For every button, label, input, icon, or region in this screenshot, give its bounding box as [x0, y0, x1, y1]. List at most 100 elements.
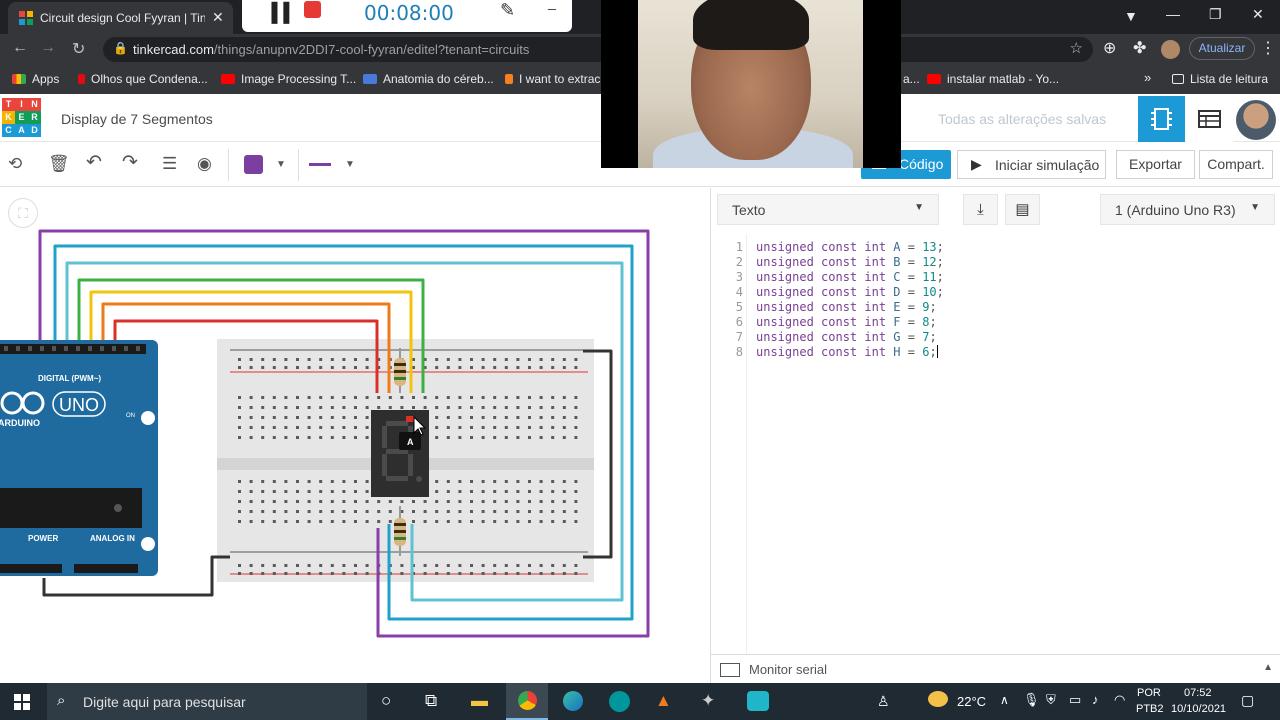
- bookmark-netflix[interactable]: Olhos que Condena...: [78, 72, 208, 86]
- tray-chevron-icon[interactable]: ∧: [1000, 693, 1009, 707]
- redo-icon[interactable]: ↷: [122, 151, 138, 174]
- component-list-button[interactable]: [1186, 96, 1233, 142]
- app-icon[interactable]: ✦: [701, 691, 715, 711]
- taskbar-search[interactable]: ⌕ Digite aqui para pesquisar: [47, 683, 367, 720]
- serial-monitor-bar[interactable]: Monitor serial ▲: [711, 654, 1280, 683]
- reload-icon[interactable]: ↻: [72, 39, 85, 59]
- notes-icon[interactable]: ☰: [162, 154, 177, 174]
- bookmark-star-icon[interactable]: ☆: [1070, 39, 1083, 57]
- board-select[interactable]: 1 (Arduino Uno R3) ▼: [1100, 194, 1275, 225]
- arduino-uno-board[interactable]: DIGITAL (PWM~) UNO ARDUINO ON POWER ANAL…: [0, 340, 158, 576]
- forward-icon[interactable]: →: [40, 39, 56, 57]
- update-chrome-button[interactable]: Atualizar: [1189, 37, 1255, 60]
- stop-icon[interactable]: [304, 1, 321, 18]
- breadboard-hole: [354, 572, 357, 575]
- breadboard-hole: [319, 490, 323, 493]
- start-simulation-button[interactable]: ▶ Iniciar simulação: [957, 150, 1106, 179]
- recorder-app-icon[interactable]: [747, 691, 769, 711]
- code-line[interactable]: 6 unsigned const int F = 8;: [711, 315, 1280, 330]
- pause-icon[interactable]: ▍▍: [272, 3, 298, 24]
- tinkercad-logo[interactable]: T I N K E R C A D: [2, 98, 42, 138]
- window-close-icon[interactable]: ✕: [1252, 6, 1264, 23]
- undo-icon[interactable]: ↶: [86, 151, 102, 174]
- code-mode-select[interactable]: Texto ▼: [717, 194, 939, 225]
- rotate-icon[interactable]: ⟲: [8, 154, 22, 174]
- tab-close-icon[interactable]: ✕: [212, 9, 224, 26]
- wifi-icon[interactable]: ◠: [1114, 692, 1125, 708]
- breadboard-hole: [470, 426, 473, 429]
- share-button[interactable]: Compart.: [1199, 150, 1273, 179]
- clock-date[interactable]: 10/10/2021: [1171, 703, 1226, 715]
- breadboard-hole: [435, 510, 439, 513]
- temperature[interactable]: 22°C: [957, 694, 986, 709]
- chevron-up-icon[interactable]: ▲: [1263, 662, 1273, 673]
- edge-icon[interactable]: [563, 691, 583, 711]
- circuit-view-button[interactable]: [1138, 96, 1185, 142]
- view-eye-icon[interactable]: ◉: [197, 154, 212, 174]
- breadboard-hole: [493, 358, 497, 361]
- code-line[interactable]: 2 unsigned const int B = 12;: [711, 255, 1280, 270]
- bookmark-partial[interactable]: a...: [903, 72, 920, 86]
- circuit-drawing: DIGITAL (PWM~) UNO ARDUINO ON POWER ANAL…: [0, 229, 650, 638]
- arduino-ide-icon[interactable]: [609, 691, 630, 712]
- code-editor[interactable]: 1 unsigned const int A = 13; 2 unsigned con…: [711, 234, 1280, 654]
- code-line[interactable]: 4 unsigned const int D = 10;: [711, 285, 1280, 300]
- profile-avatar[interactable]: [1161, 40, 1180, 59]
- bookmark-youtube-image-processing[interactable]: Image Processing T...: [221, 72, 356, 86]
- wire-style-icon[interactable]: [309, 163, 331, 166]
- bookmark-anatomia[interactable]: Anatomia do cérеb...: [363, 72, 494, 86]
- clock-time[interactable]: 07:52: [1184, 687, 1212, 699]
- delete-icon[interactable]: 🗑: [48, 154, 70, 174]
- matlab-icon[interactable]: ▲: [655, 691, 672, 711]
- bookmarks-more-icon[interactable]: »: [1144, 70, 1151, 85]
- circuit-canvas[interactable]: ⛶ DIGITAL (PWM~) UNO ARDUINO ON POWER AN…: [0, 188, 710, 683]
- project-title[interactable]: Display de 7 Segmentos: [61, 111, 213, 127]
- export-button[interactable]: Exportar: [1116, 150, 1195, 179]
- code-line[interactable]: 8 unsigned const int H = 6;: [711, 345, 1280, 360]
- window-restore-icon[interactable]: ❐: [1209, 6, 1222, 23]
- browser-tab[interactable]: Circuit design Cool Fyyran | Tinkercad ✕: [8, 2, 233, 34]
- task-view-icon[interactable]: ⧉: [425, 691, 437, 711]
- window-minimize-icon[interactable]: —: [1166, 6, 1180, 22]
- breadboard-hole: [493, 480, 497, 483]
- digital-pwm-label: DIGITAL (PWM~): [38, 374, 101, 383]
- people-icon[interactable]: ♙: [877, 693, 890, 710]
- volume-icon[interactable]: ♪: [1092, 692, 1099, 707]
- code-line[interactable]: 3 unsigned const int C = 11;: [711, 270, 1280, 285]
- wire-style-dropdown-icon[interactable]: ▼: [345, 159, 355, 170]
- back-icon[interactable]: ←: [12, 39, 28, 57]
- breadboard-hole: [539, 480, 543, 483]
- color-dropdown-icon[interactable]: ▼: [276, 159, 286, 170]
- code-line[interactable]: 1 unsigned const int A = 13;: [711, 240, 1280, 255]
- add-extension-icon[interactable]: ⊕: [1103, 38, 1116, 58]
- libraries-icon[interactable]: ▤: [1005, 194, 1040, 225]
- download-code-icon[interactable]: ⤓: [963, 194, 998, 225]
- wire-color-swatch[interactable]: [244, 155, 263, 174]
- breadboard-hole: [412, 520, 415, 523]
- bookmark-apps[interactable]: Apps: [12, 72, 59, 86]
- weather-icon[interactable]: [928, 691, 948, 707]
- microphone-icon[interactable]: 🎙: [1023, 692, 1040, 708]
- profile-dropdown-icon[interactable]: ▼: [1124, 8, 1138, 24]
- extensions-puzzle-icon[interactable]: ✤: [1133, 38, 1146, 58]
- chrome-menu-icon[interactable]: ⋮: [1260, 38, 1276, 58]
- file-explorer-icon[interactable]: ▬: [471, 691, 488, 711]
- minimize-icon[interactable]: _: [548, 0, 556, 10]
- notifications-icon[interactable]: ▢: [1241, 692, 1254, 709]
- code-line[interactable]: 7 unsigned const int G = 7;: [711, 330, 1280, 345]
- input-language[interactable]: POR: [1137, 687, 1161, 699]
- cortana-icon[interactable]: ○: [381, 691, 391, 711]
- address-bar[interactable]: 🔒 tinkercad.com/things/anupnv2DDI7-cool-…: [103, 37, 1093, 62]
- breadboard-hole: [261, 366, 265, 369]
- bookmark-stackoverflow[interactable]: I want to extrac: [505, 72, 600, 86]
- battery-icon[interactable]: ▭: [1069, 692, 1081, 708]
- bookmark-youtube-matlab[interactable]: instalar matlab - Yo...: [927, 72, 1059, 86]
- windows-start-icon[interactable]: [14, 694, 30, 710]
- breadboard-hole: [342, 396, 346, 399]
- pen-icon[interactable]: ✎: [500, 0, 515, 21]
- shield-icon[interactable]: ⛨: [1046, 692, 1056, 708]
- user-avatar[interactable]: [1236, 100, 1276, 140]
- reading-list[interactable]: Lista de leitura: [1172, 72, 1268, 86]
- keyboard-layout[interactable]: PTB2: [1136, 703, 1164, 715]
- code-line[interactable]: 5 unsigned const int E = 9;: [711, 300, 1280, 315]
